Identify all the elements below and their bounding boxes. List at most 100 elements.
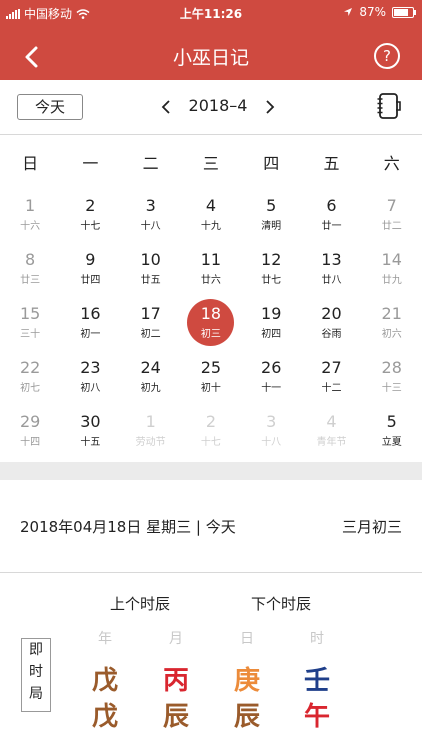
calendar-day[interactable]: 2 十七 (181, 404, 241, 458)
calendar-day[interactable]: 10 廿五 (121, 242, 181, 296)
day-number: 4 (326, 412, 337, 431)
lunar-label: 青年节 (316, 437, 347, 448)
today-button[interactable]: 今天 (17, 94, 83, 120)
calendar-day[interactable]: 14 廿九 (362, 242, 422, 296)
calendar-day[interactable]: 20 谷雨 (301, 296, 361, 350)
pillar-char: 辰 (233, 702, 260, 732)
pillar-char: 辰 (162, 702, 189, 732)
battery-icon (392, 6, 416, 18)
calendar-day[interactable]: 9 廿四 (60, 242, 120, 296)
day-number: 19 (261, 304, 282, 323)
calendar-day[interactable]: 6 廿一 (301, 188, 361, 242)
status-right: 87% (343, 5, 416, 19)
pillar-char: 戊 (91, 666, 118, 696)
calendar-day[interactable]: 15 三十 (0, 296, 60, 350)
lunar-label: 初十 (200, 383, 221, 394)
lunar-label: 十八 (140, 221, 161, 232)
calendar-day[interactable]: 29 十四 (0, 404, 60, 458)
location-icon (344, 8, 353, 16)
lunar-label: 十二 (321, 383, 342, 394)
lunar-label: 初六 (381, 329, 402, 340)
calendar-day[interactable]: 2 十七 (60, 188, 120, 242)
day-number: 5 (386, 412, 397, 431)
day-number: 20 (321, 304, 342, 323)
prev-shichen-button[interactable]: 上个时辰 (110, 593, 170, 614)
calendar-day[interactable]: 30 十五 (60, 404, 120, 458)
calendar-day[interactable]: 16 初一 (60, 296, 120, 350)
shichen-nav: 上个时辰 下个时辰 (0, 593, 422, 615)
lunar-label: 廿七 (261, 275, 282, 286)
calendar-week: 8 廿三 9 廿四 10 廿五 11 廿六 12 廿七 13 廿八 14 廿九 (0, 242, 422, 296)
day-number: 5 (266, 196, 277, 215)
earthly-branches-row: 戊 辰 辰 午 (0, 696, 422, 732)
month-label: 2018–4 (188, 96, 248, 115)
notebook-icon (377, 93, 401, 119)
lunar-label: 廿八 (321, 275, 342, 286)
help-icon: ? (383, 47, 391, 65)
calendar-day[interactable]: 1 十六 (0, 188, 60, 242)
calendar-day[interactable]: 3 十八 (121, 188, 181, 242)
calendar-day[interactable]: 7 廿二 (362, 188, 422, 242)
pillar-label-day: 日 (240, 631, 254, 647)
calendar-day[interactable]: 19 初四 (241, 296, 301, 350)
calendar-grid: 1 十六 2 十七 3 十八 4 十九 5 清明 6 廿一 7 廿二 8 廿三 9 廿四 10 廿五 11 廿六 12 廿七 1… (0, 188, 422, 458)
lunar-label: 十九 (200, 221, 221, 232)
calendar-week: 1 十六 2 十七 3 十八 4 十九 5 清明 6 廿一 7 廿二 (0, 188, 422, 242)
day-number: 27 (321, 358, 342, 377)
calendar-day[interactable]: 1 劳动节 (121, 404, 181, 458)
calendar-day[interactable]: 8 廿三 (0, 242, 60, 296)
pillar-char: 午 (303, 702, 330, 732)
day-number: 13 (321, 250, 342, 269)
next-month-button[interactable] (260, 96, 280, 118)
section-separator (0, 462, 422, 480)
calendar-day[interactable]: 24 初九 (121, 350, 181, 404)
calendar-day[interactable]: 5 立夏 (362, 404, 422, 458)
calendar-day[interactable]: 5 清明 (241, 188, 301, 242)
pillar-label-hour: 时 (310, 631, 324, 647)
calendar-day[interactable]: 3 十八 (241, 404, 301, 458)
calendar-day[interactable]: 28 十三 (362, 350, 422, 404)
calendar-day[interactable]: 17 初二 (121, 296, 181, 350)
diary-button[interactable] (376, 92, 402, 120)
battery-percent: 87% (359, 5, 386, 19)
day-number: 3 (266, 412, 277, 431)
lunar-label: 初四 (261, 329, 282, 340)
prev-month-button[interactable] (156, 96, 176, 118)
calendar-day[interactable]: 4 青年节 (301, 404, 361, 458)
status-bar: 中国移动 上午11:26 87% (0, 0, 422, 26)
lunar-label: 廿九 (381, 275, 402, 286)
weekday-wed: 三 (202, 154, 219, 173)
chevron-right-icon (266, 100, 275, 114)
calendar-day[interactable]: 26 十一 (241, 350, 301, 404)
lunar-label: 立夏 (381, 437, 402, 448)
next-shichen-button[interactable]: 下个时辰 (251, 593, 311, 614)
calendar-day-selected[interactable]: 18 初三 (181, 296, 241, 350)
lunar-label: 十一 (261, 383, 282, 394)
calendar-day[interactable]: 25 初十 (181, 350, 241, 404)
lunar-label: 廿六 (200, 275, 221, 286)
weekday-sun: 日 (22, 154, 39, 173)
day-number: 6 (326, 196, 337, 215)
day-number: 8 (25, 250, 36, 269)
calendar-day[interactable]: 13 廿八 (301, 242, 361, 296)
calendar-day[interactable]: 27 十二 (301, 350, 361, 404)
calendar-day[interactable]: 11 廿六 (181, 242, 241, 296)
day-number: 17 (140, 304, 161, 323)
lunar-label: 十七 (80, 221, 101, 232)
weekday-thu: 四 (263, 154, 280, 173)
day-number: 30 (80, 412, 101, 431)
calendar-day[interactable]: 22 初七 (0, 350, 60, 404)
calendar-day[interactable]: 23 初八 (60, 350, 120, 404)
calendar-day[interactable]: 4 十九 (181, 188, 241, 242)
day-number: 23 (80, 358, 101, 377)
calendar-day[interactable]: 21 初六 (362, 296, 422, 350)
lunar-label: 三十 (20, 329, 41, 340)
day-number: 14 (381, 250, 402, 269)
calendar-day[interactable]: 12 廿七 (241, 242, 301, 296)
day-number: 18 (200, 304, 222, 323)
lunar-label: 十四 (20, 437, 41, 448)
chevron-left-icon (161, 100, 170, 114)
day-number: 25 (200, 358, 222, 377)
lunar-label: 十七 (200, 437, 221, 448)
help-button[interactable]: ? (374, 43, 400, 69)
